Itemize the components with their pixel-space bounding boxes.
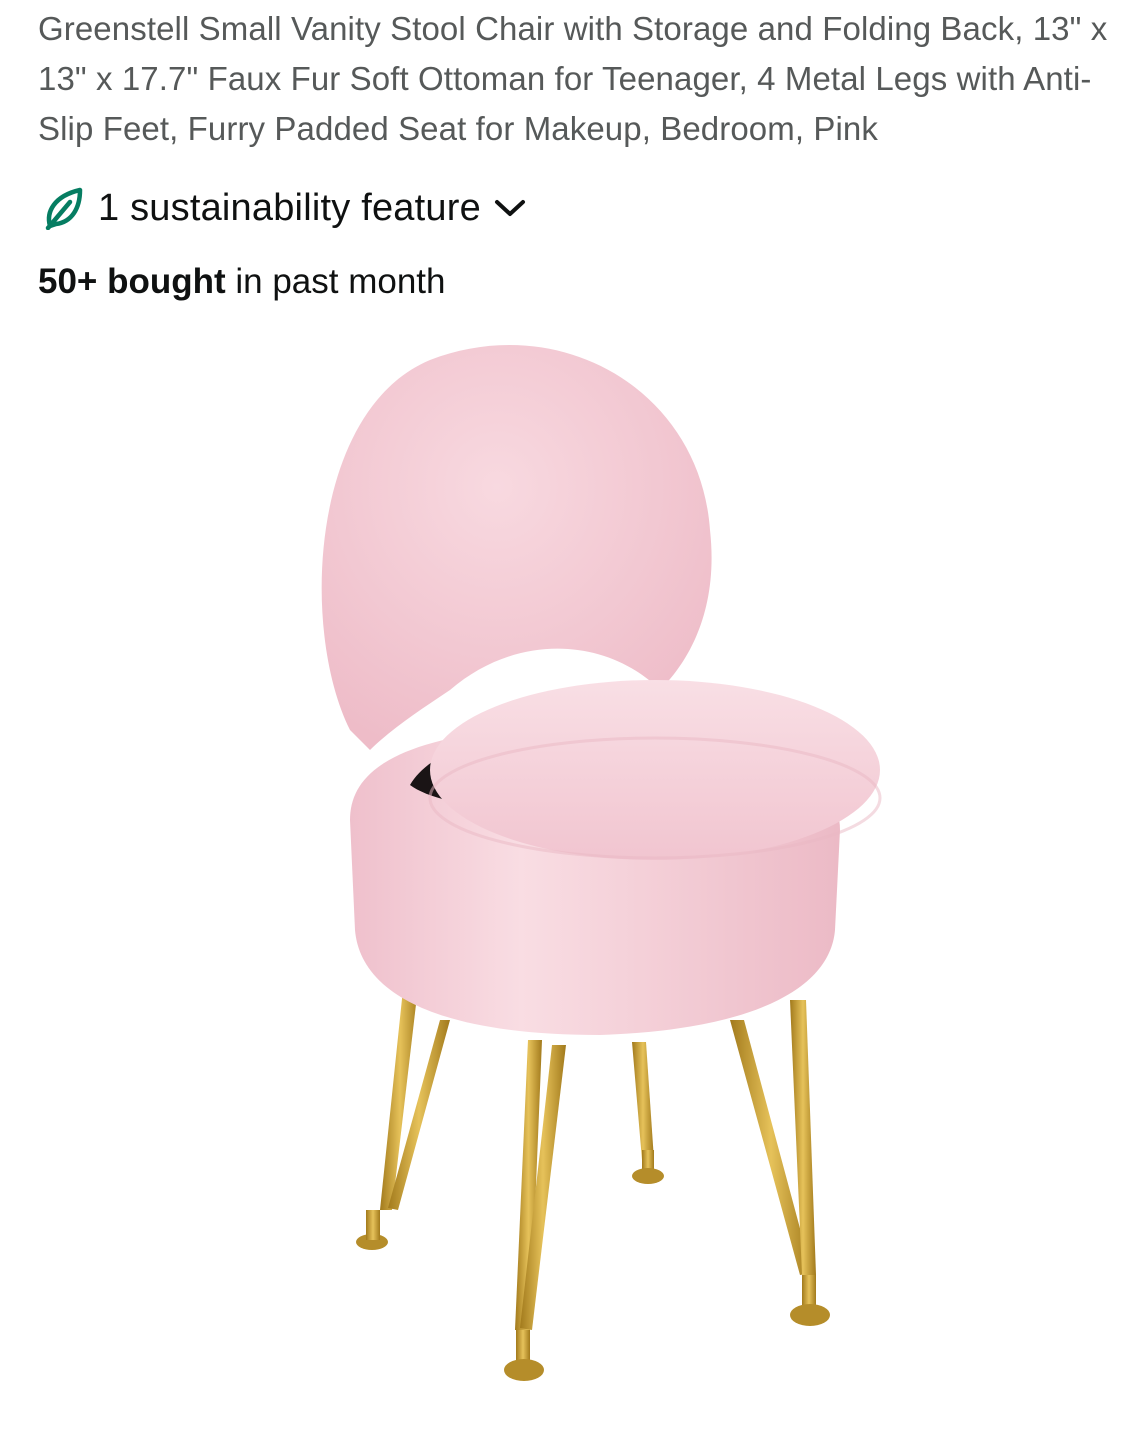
product-image[interactable] — [280, 330, 900, 1400]
seat-cushion — [430, 680, 880, 860]
sustainability-feature-toggle[interactable]: 1 sustainability feature — [44, 180, 527, 236]
bought-suffix: in past month — [225, 262, 446, 301]
chevron-down-icon[interactable] — [493, 196, 527, 220]
product-title[interactable]: Greenstell Small Vanity Stool Chair with… — [38, 4, 1128, 154]
front-leg-left — [504, 1040, 566, 1381]
bought-count: 50+ bought — [38, 262, 226, 301]
back-leg-right — [632, 1042, 664, 1184]
front-leg-right — [730, 1000, 830, 1326]
sustainability-label: 1 sustainability feature — [98, 186, 481, 229]
leaf-icon — [44, 186, 84, 230]
bought-in-past-month: 50+ bought in past month — [38, 262, 446, 302]
